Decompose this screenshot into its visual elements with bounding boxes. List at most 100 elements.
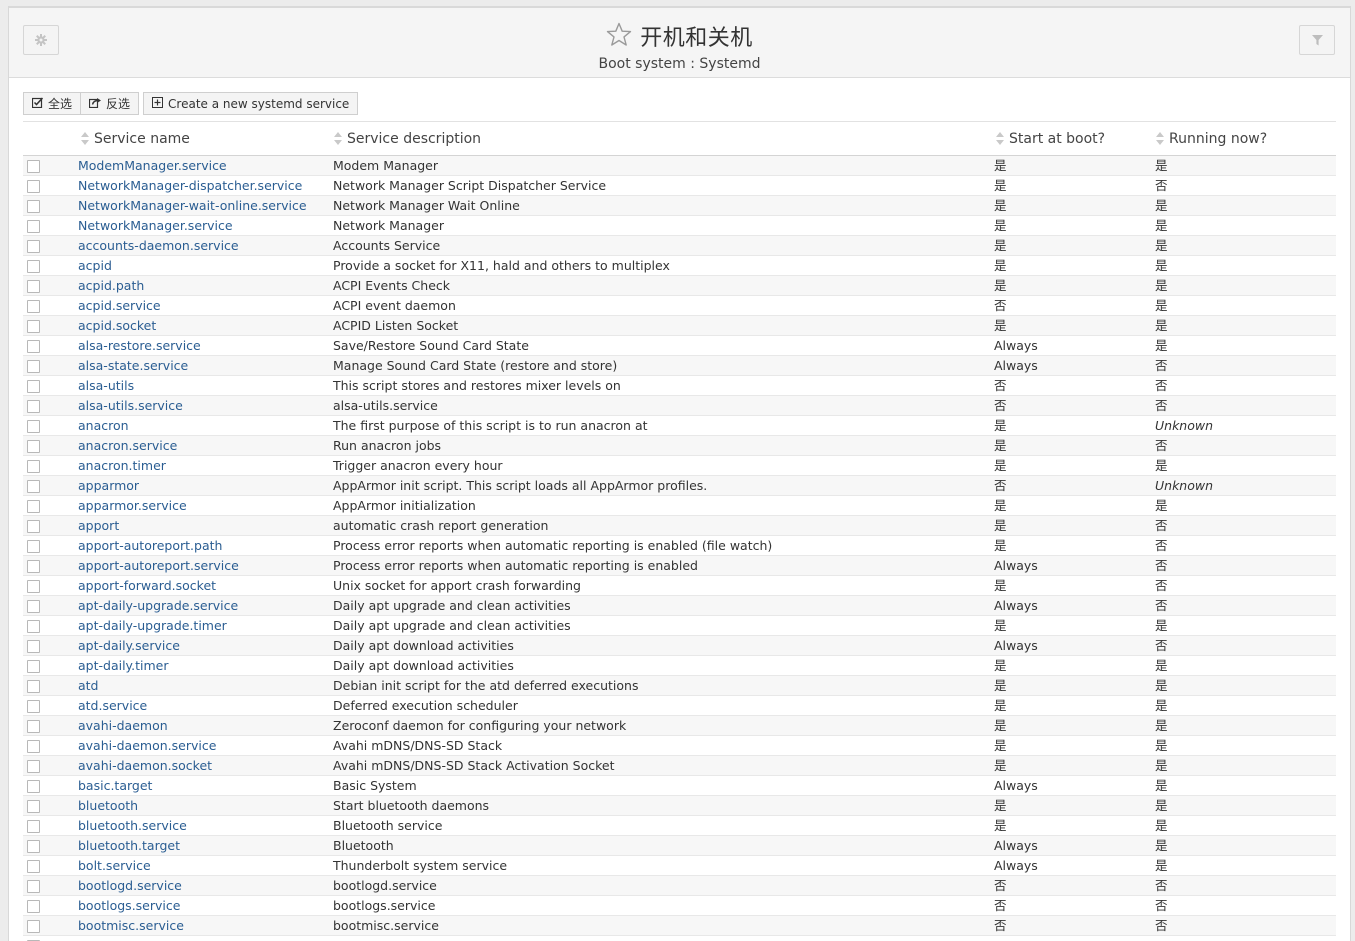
service-name-link[interactable]: alsa-state.service [63,355,330,376]
row-checkbox[interactable] [27,860,40,873]
service-name-link[interactable]: NetworkManager.service [63,215,330,236]
service-name-link[interactable]: NetworkManager-wait-online.service [63,195,330,216]
row-checkbox[interactable] [27,300,40,313]
service-name-link[interactable]: acpid.service [63,295,330,316]
row-checkbox[interactable] [27,620,40,633]
row-checkbox[interactable] [27,560,40,573]
service-name-link[interactable]: anacron [63,415,330,436]
service-name-link[interactable]: apport [63,515,330,536]
row-checkbox[interactable] [27,920,40,933]
row-checkbox[interactable] [27,280,40,293]
select-all-button[interactable]: 全选 [23,92,82,115]
row-checkbox[interactable] [27,820,40,833]
row-checkbox[interactable] [27,440,40,453]
row-checkbox[interactable] [27,680,40,693]
table-row: apparmor.service AppArmor initialization 是… [23,495,1336,516]
service-name-link[interactable]: avahi-daemon.socket [63,755,330,776]
service-name-link[interactable]: NetworkManager-dispatcher.service [63,175,330,196]
service-name-link[interactable]: apt-daily.service [63,635,330,656]
service-name-link[interactable] [63,935,330,941]
service-name-link[interactable]: acpid.path [63,275,330,296]
service-name-link[interactable]: apparmor [63,475,330,496]
service-name-link[interactable]: acpid [63,255,330,276]
row-checkbox[interactable] [27,640,40,653]
row-checkbox[interactable] [27,800,40,813]
start-at-boot-value: 否 [992,375,1153,396]
service-name-link[interactable]: apport-forward.socket [63,575,330,596]
service-name-link[interactable]: bootlogs.service [63,895,330,916]
service-name-link[interactable]: accounts-daemon.service [63,235,330,256]
service-name-link[interactable]: alsa-restore.service [63,335,330,356]
row-checkbox[interactable] [27,380,40,393]
row-checkbox[interactable] [27,400,40,413]
column-header-service-description[interactable]: Service description [330,121,992,156]
column-header-service-name[interactable]: Service name [63,121,330,156]
row-checkbox[interactable] [27,580,40,593]
service-name-link[interactable]: bluetooth.target [63,835,330,856]
row-checkbox[interactable] [27,720,40,733]
service-name-link[interactable]: acpid.socket [63,315,330,336]
row-checkbox[interactable] [27,260,40,273]
service-name-link[interactable]: bolt.service [63,855,330,876]
row-checkbox[interactable] [27,500,40,513]
row-checkbox[interactable] [27,520,40,533]
row-checkbox[interactable] [27,340,40,353]
service-name-link[interactable]: basic.target [63,775,330,796]
service-name-link[interactable]: atd [63,675,330,696]
row-checkbox[interactable] [27,600,40,613]
row-checkbox[interactable] [27,320,40,333]
row-checkbox[interactable] [27,660,40,673]
row-checkbox[interactable] [27,480,40,493]
row-checkbox[interactable] [27,360,40,373]
start-at-boot-value [992,935,1153,941]
service-name-link[interactable]: bluetooth.service [63,815,330,836]
service-name-link[interactable]: bootmisc.service [63,915,330,936]
row-checkbox[interactable] [27,740,40,753]
service-name-link[interactable]: avahi-daemon [63,715,330,736]
row-checkbox[interactable] [27,540,40,553]
service-description: Network Manager [330,215,992,236]
column-header-start-at-boot[interactable]: Start at boot? [992,121,1153,156]
row-checkbox[interactable] [27,760,40,773]
row-checkbox[interactable] [27,160,40,173]
row-checkbox[interactable] [27,220,40,233]
row-checkbox[interactable] [27,880,40,893]
service-description: Save/Restore Sound Card State [330,335,992,356]
service-name-link[interactable]: alsa-utils [63,375,330,396]
service-name-link[interactable]: ModemManager.service [63,155,330,176]
row-checkbox[interactable] [27,180,40,193]
row-select-cell [23,755,63,776]
column-header-running-now[interactable]: Running now? [1153,121,1336,156]
row-checkbox[interactable] [27,840,40,853]
service-name-link[interactable]: apport-autoreport.path [63,535,330,556]
service-name-link[interactable]: apt-daily.timer [63,655,330,676]
create-service-button[interactable]: Create a new systemd service [143,92,359,115]
service-name-link[interactable]: atd.service [63,695,330,716]
row-checkbox[interactable] [27,780,40,793]
service-name-link[interactable]: anacron.timer [63,455,330,476]
service-name-link[interactable]: alsa-utils.service [63,395,330,416]
service-name-link[interactable]: bootlogd.service [63,875,330,896]
sort-icon [996,132,1004,145]
service-name-link[interactable]: apt-daily-upgrade.timer [63,615,330,636]
service-name-link[interactable]: bluetooth [63,795,330,816]
service-description: automatic crash report generation [330,515,992,536]
row-checkbox[interactable] [27,200,40,213]
row-select-cell [23,455,63,476]
star-icon[interactable] [606,22,632,51]
service-name-link[interactable]: avahi-daemon.service [63,735,330,756]
row-checkbox[interactable] [27,700,40,713]
service-name-link[interactable]: apparmor.service [63,495,330,516]
service-name-link[interactable]: anacron.service [63,435,330,456]
table-row: NetworkManager.service Network Manager 是是 [23,215,1336,236]
running-now-value: 是 [1153,255,1336,276]
row-checkbox[interactable] [27,240,40,253]
invert-selection-button[interactable]: 反选 [81,92,140,115]
service-name-link[interactable]: apport-autoreport.service [63,555,330,576]
service-name-link[interactable]: apt-daily-upgrade.service [63,595,330,616]
row-checkbox[interactable] [27,460,40,473]
row-checkbox[interactable] [27,900,40,913]
row-checkbox[interactable] [27,420,40,433]
filter-button[interactable] [1299,25,1335,55]
running-now-value: 否 [1153,395,1336,416]
